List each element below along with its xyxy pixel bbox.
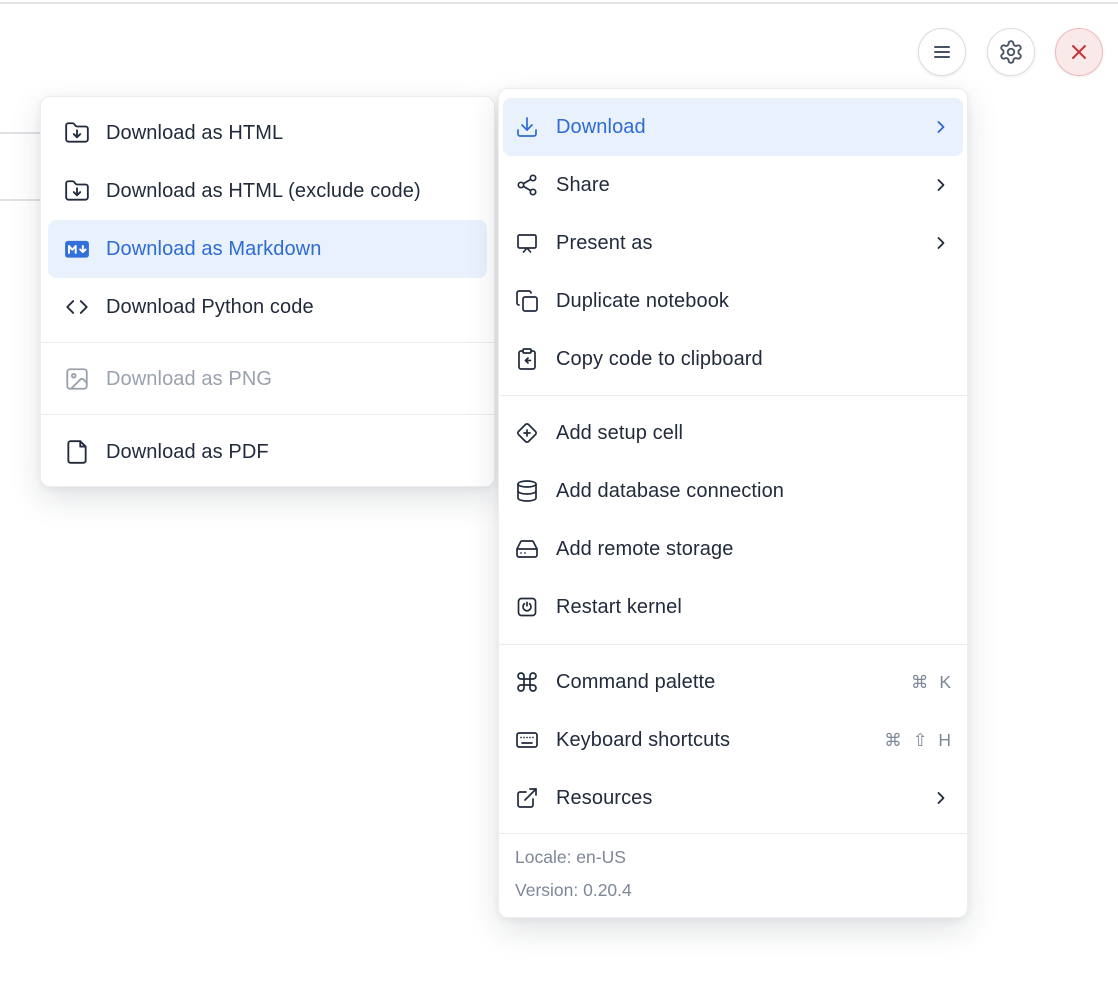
- menu-item-download-python-code[interactable]: Download Python code: [48, 278, 487, 336]
- cell-border-fragment: [0, 199, 40, 201]
- menu-item-label: Add setup cell: [556, 422, 951, 445]
- menu-item-label: Resources: [556, 787, 914, 810]
- gear-icon: [998, 39, 1024, 65]
- database-icon: [515, 479, 539, 503]
- menu-item-download-as-png: Download as PNG: [48, 350, 487, 408]
- menu-section: Download as HTML Download as HTML (exclud…: [41, 97, 494, 342]
- menu-item-restart-kernel[interactable]: Restart kernel: [503, 578, 963, 636]
- download-submenu: Download as HTML Download as HTML (exclud…: [40, 96, 495, 487]
- menu-section: Download as PNG: [41, 342, 494, 414]
- shortcut-key: K: [939, 672, 951, 693]
- menu-item-keyboard-shortcuts[interactable]: Keyboard shortcuts ⌘ ⇧ H: [503, 711, 963, 769]
- chevron-right-icon: [931, 117, 951, 137]
- menu-item-share[interactable]: Share: [503, 156, 963, 214]
- settings-button[interactable]: [987, 28, 1035, 76]
- submenu-indicator: [931, 117, 951, 137]
- shortcut-keys: ⌘ ⇧ H: [884, 730, 951, 751]
- menu-item-copy-code-to-clipboard[interactable]: Copy code to clipboard: [503, 330, 963, 388]
- menu-section: Command palette⌘KKeyboard shortcuts⌘⇧HRe…: [499, 644, 967, 833]
- submenu-indicator: [931, 175, 951, 195]
- menu-item-label: Add database connection: [556, 480, 951, 503]
- hamburger-icon: [930, 40, 954, 64]
- shortcut-key: H: [938, 730, 951, 751]
- locale-text: Locale: en-US: [515, 841, 951, 874]
- menu-item-download-as-html[interactable]: Download as HTML: [48, 104, 487, 162]
- menu-item-label: Download as PDF: [106, 441, 471, 464]
- menu-item-label: Duplicate notebook: [556, 290, 951, 313]
- menu-item-add-setup-cell[interactable]: Add setup cell: [503, 404, 963, 462]
- menu-item-label: Download: [556, 116, 914, 139]
- shortcut-key: ⌘: [884, 730, 902, 751]
- code-icon: [64, 294, 90, 320]
- notebook-actions-menu: Download Share Present as Duplicate noteboo…: [498, 88, 968, 918]
- cell-border-fragment: [0, 132, 40, 134]
- menu-item-label: Command palette: [556, 671, 894, 694]
- file-icon: [64, 439, 90, 465]
- menu-item-download-as-pdf[interactable]: Download as PDF: [48, 423, 487, 481]
- menu-item-label: Add remote storage: [556, 538, 951, 561]
- shutdown-button[interactable]: [1055, 28, 1103, 76]
- menu-item-download[interactable]: Download: [503, 98, 963, 156]
- menu-section: Download Share Present as Duplicate noteboo…: [499, 89, 967, 395]
- keyboard-icon: [515, 728, 539, 752]
- folder-down-icon: [64, 120, 90, 146]
- external-link-icon: [515, 786, 539, 810]
- version-text: Version: 0.20.4: [515, 874, 951, 907]
- chevron-right-icon: [931, 175, 951, 195]
- shortcut-key: ⇧: [913, 730, 928, 751]
- menu-item-download-as-markdown[interactable]: Download as Markdown: [48, 220, 487, 278]
- menu-item-label: Present as: [556, 232, 914, 255]
- submenu-indicator: [931, 233, 951, 253]
- submenu-indicator: [931, 788, 951, 808]
- menu-item-label: Download Python code: [106, 296, 471, 319]
- menu-item-label: Restart kernel: [556, 596, 951, 619]
- menu-section: Download as PDF: [41, 414, 494, 486]
- page-top-border: [0, 2, 1118, 4]
- folder-down-icon: [64, 178, 90, 204]
- image-icon: [64, 366, 90, 392]
- share-icon: [515, 173, 539, 197]
- menu-item-label: Download as Markdown: [106, 238, 471, 261]
- menu-item-label: Copy code to clipboard: [556, 348, 951, 371]
- menu-item-label: Download as PNG: [106, 368, 471, 391]
- shortcut-keys: ⌘K: [911, 672, 951, 693]
- presentation-icon: [515, 231, 539, 255]
- copy-icon: [515, 289, 539, 313]
- diamond-plus-icon: [515, 421, 539, 445]
- menu-item-add-remote-storage[interactable]: Add remote storage: [503, 520, 963, 578]
- menu-item-download-as-html-exclude-code[interactable]: Download as HTML (exclude code): [48, 162, 487, 220]
- menu-item-add-database-connection[interactable]: Add database connection: [503, 462, 963, 520]
- menu-item-duplicate-notebook[interactable]: Duplicate notebook: [503, 272, 963, 330]
- hard-drive-icon: [515, 537, 539, 561]
- menu-item-command-palette[interactable]: Command palette⌘K: [503, 653, 963, 711]
- menu-item-label: Keyboard shortcuts: [556, 729, 867, 752]
- shortcut-key: ⌘: [911, 672, 929, 693]
- power-square-icon: [515, 595, 539, 619]
- clipboard-copy-icon: [515, 347, 539, 371]
- menu-item-label: Download as HTML: [106, 122, 471, 145]
- menu-item-label: Share: [556, 174, 914, 197]
- close-icon: [1067, 40, 1091, 64]
- notebook-page: Download as HTML Download as HTML (exclud…: [0, 0, 1118, 984]
- command-icon: [515, 670, 539, 694]
- menu-item-present-as[interactable]: Present as: [503, 214, 963, 272]
- menu-footer: Locale: en-USVersion: 0.20.4: [499, 833, 967, 917]
- chevron-right-icon: [931, 233, 951, 253]
- menu-item-resources[interactable]: Resources: [503, 769, 963, 827]
- menu-section: Add setup cell Add database connection Add…: [499, 395, 967, 644]
- chevron-right-icon: [931, 788, 951, 808]
- download-icon: [515, 115, 539, 139]
- notebook-menu-button[interactable]: [918, 28, 966, 76]
- menu-item-label: Download as HTML (exclude code): [106, 180, 471, 203]
- markdown-badge-icon: [64, 236, 90, 262]
